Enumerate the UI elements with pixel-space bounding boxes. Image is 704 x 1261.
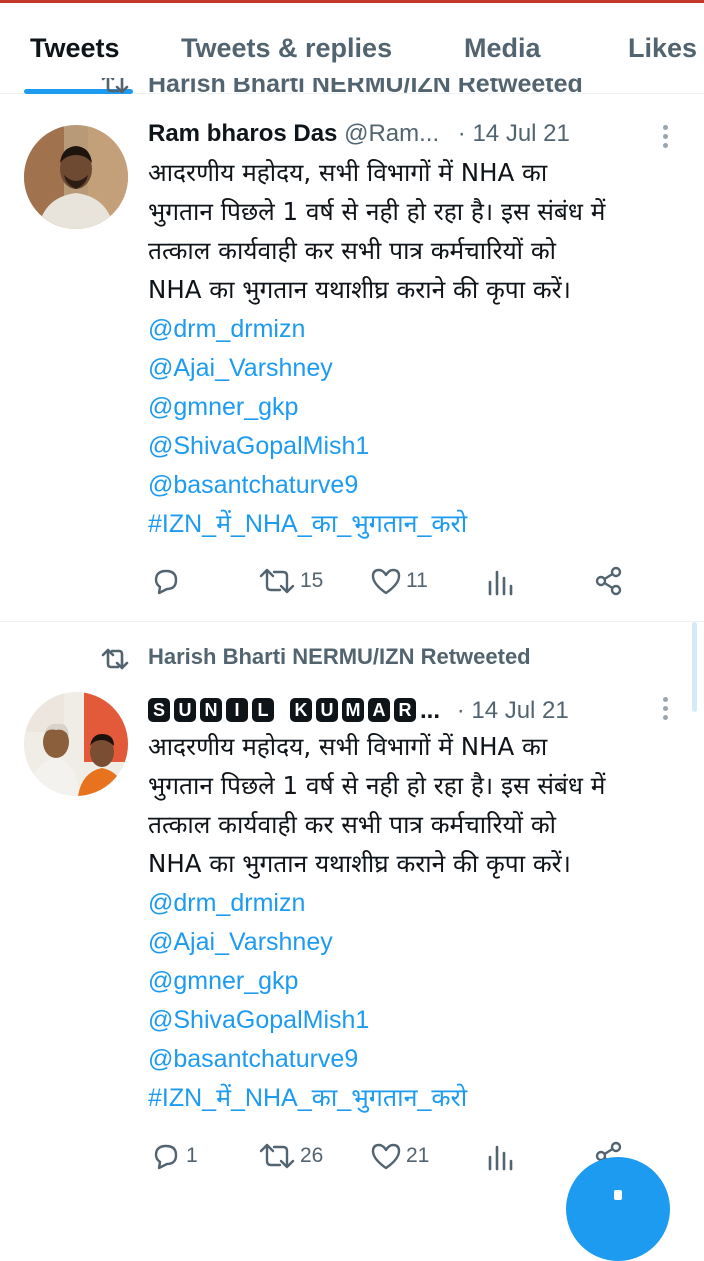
name-ellipsis: ... (420, 697, 441, 724)
name-letter: U (316, 698, 338, 722)
partial-retweet-header: Harish Bharti NERMU/IZN Retweeted (100, 78, 620, 95)
tab-tweets-and-replies[interactable]: Tweets & replies (181, 33, 392, 64)
name-letter: R (394, 698, 416, 722)
tweet-text: आदरणीय महोदय, सभी विभागों में NHA का भुग… (148, 727, 688, 1117)
analytics-icon (488, 570, 513, 596)
timestamp[interactable]: · 14 Jul 21 (458, 120, 570, 147)
retweet-button[interactable]: 26 (258, 1139, 323, 1173)
name-letter: S (148, 698, 170, 722)
tab-media[interactable]: Media (464, 33, 541, 64)
tweet-header: SUNIL K U M A R... · 14 Jul 21 (148, 692, 569, 726)
tab-tweets[interactable]: Tweets (30, 33, 120, 64)
reply-button[interactable] (150, 564, 186, 598)
hashtag-link[interactable]: #IZN_में_NHA_का_भुगतान_करो (148, 510, 467, 538)
tweet[interactable]: Ram bharos Das @Ram... · 14 Jul 21 आदरणी… (0, 95, 704, 621)
plus-icon (614, 1190, 622, 1200)
share-icon (595, 566, 622, 596)
heart-icon (371, 568, 401, 595)
tweet-line: भुगतान पिछले 1 वर्ष से नही हो रहा है। इस… (148, 771, 606, 800)
name-letter: A (368, 698, 390, 722)
more-options-icon[interactable] (660, 694, 670, 724)
retweet-icon (259, 1143, 295, 1169)
name-letter (278, 692, 286, 716)
tweet-line: NHA का भुगतान यथाशीघ्र कराने की कृपा करे… (148, 275, 571, 304)
tweet-line: आदरणीय महोदय, सभी विभागों में NHA का (148, 158, 548, 187)
retweet-count: 15 (300, 569, 324, 592)
display-name[interactable]: SUNIL K U M A R... (148, 697, 447, 724)
name-letter: M (342, 698, 364, 722)
reply-button[interactable]: 1 (150, 1139, 198, 1173)
like-count: 11 (406, 569, 428, 592)
mention-link[interactable]: @gmner_gkp (148, 393, 298, 421)
analytics-icon (488, 1145, 513, 1171)
like-button[interactable]: 11 (370, 564, 428, 598)
hashtag-link[interactable]: #IZN_में_NHA_का_भुगतान_करो (148, 1084, 467, 1112)
avatar[interactable] (24, 125, 128, 229)
name-letter: L (252, 698, 274, 722)
tweet-actions: 15 11 (150, 564, 650, 598)
mention-link[interactable]: @ShivaGopalMish1 (148, 1006, 369, 1034)
retweet-icon (101, 78, 129, 94)
share-button[interactable] (594, 564, 624, 598)
name-letter: K (290, 698, 312, 722)
mention-link[interactable]: @basantchaturve9 (148, 1045, 358, 1073)
mention-link[interactable]: @drm_drmizn (148, 315, 305, 343)
analytics-button[interactable] (486, 564, 514, 598)
compose-tweet-button[interactable] (566, 1157, 670, 1261)
avatar[interactable] (24, 692, 128, 796)
retweet-icon (101, 648, 129, 670)
retweet-header-text: Harish Bharti NERMU/IZN Retweeted (148, 78, 583, 95)
name-letter: U (174, 698, 196, 722)
tweet-actions: 1 26 21 (150, 1139, 650, 1173)
tab-likes[interactable]: Likes (628, 33, 697, 64)
name-letter: N (200, 698, 222, 722)
mention-link[interactable]: @gmner_gkp (148, 967, 298, 995)
reply-icon (154, 569, 178, 595)
retweet-header-text: Harish Bharti NERMU/IZN Retweeted (148, 644, 531, 669)
name-letter: I (226, 698, 248, 722)
mention-link[interactable]: @Ajai_Varshney (148, 354, 333, 382)
reply-icon (154, 1144, 178, 1170)
display-name[interactable]: Ram bharos Das (148, 120, 337, 147)
tweet-line: भुगतान पिछले 1 वर्ष से नही हो रहा है। इस… (148, 197, 606, 226)
like-count: 21 (406, 1144, 430, 1167)
more-options-icon[interactable] (660, 122, 670, 152)
analytics-button[interactable] (486, 1139, 514, 1173)
retweet-count: 26 (300, 1144, 324, 1167)
tweet-line: आदरणीय महोदय, सभी विभागों में NHA का (148, 732, 548, 761)
heart-icon (371, 1143, 401, 1170)
retweet-icon (259, 568, 295, 594)
scroll-indicator[interactable] (692, 622, 697, 712)
tweet-line: तत्काल कार्यवाही कर सभी पात्र कर्मचारियो… (148, 810, 556, 839)
tweet-line: NHA का भुगतान यथाशीघ्र कराने की कृपा करे… (148, 849, 571, 878)
mention-link[interactable]: @basantchaturve9 (148, 471, 358, 499)
mention-link[interactable]: @drm_drmizn (148, 889, 305, 917)
like-button[interactable]: 21 (370, 1139, 429, 1173)
tweet-text: आदरणीय महोदय, सभी विभागों में NHA का भुग… (148, 153, 688, 543)
mention-link[interactable]: @ShivaGopalMish1 (148, 432, 369, 460)
username[interactable]: @Ram... (344, 120, 439, 147)
retweet-button[interactable]: 15 (258, 564, 323, 598)
reply-count: 1 (186, 1144, 198, 1167)
mention-link[interactable]: @Ajai_Varshney (148, 928, 333, 956)
tweet-header: Ram bharos Das @Ram... · 14 Jul 21 (148, 120, 570, 154)
tweet-line: तत्काल कार्यवाही कर सभी पात्र कर्मचारियो… (148, 236, 556, 265)
tweet[interactable]: Harish Bharti NERMU/IZN Retweeted SUNIL … (0, 622, 704, 1200)
timestamp[interactable]: · 14 Jul 21 (457, 697, 569, 724)
